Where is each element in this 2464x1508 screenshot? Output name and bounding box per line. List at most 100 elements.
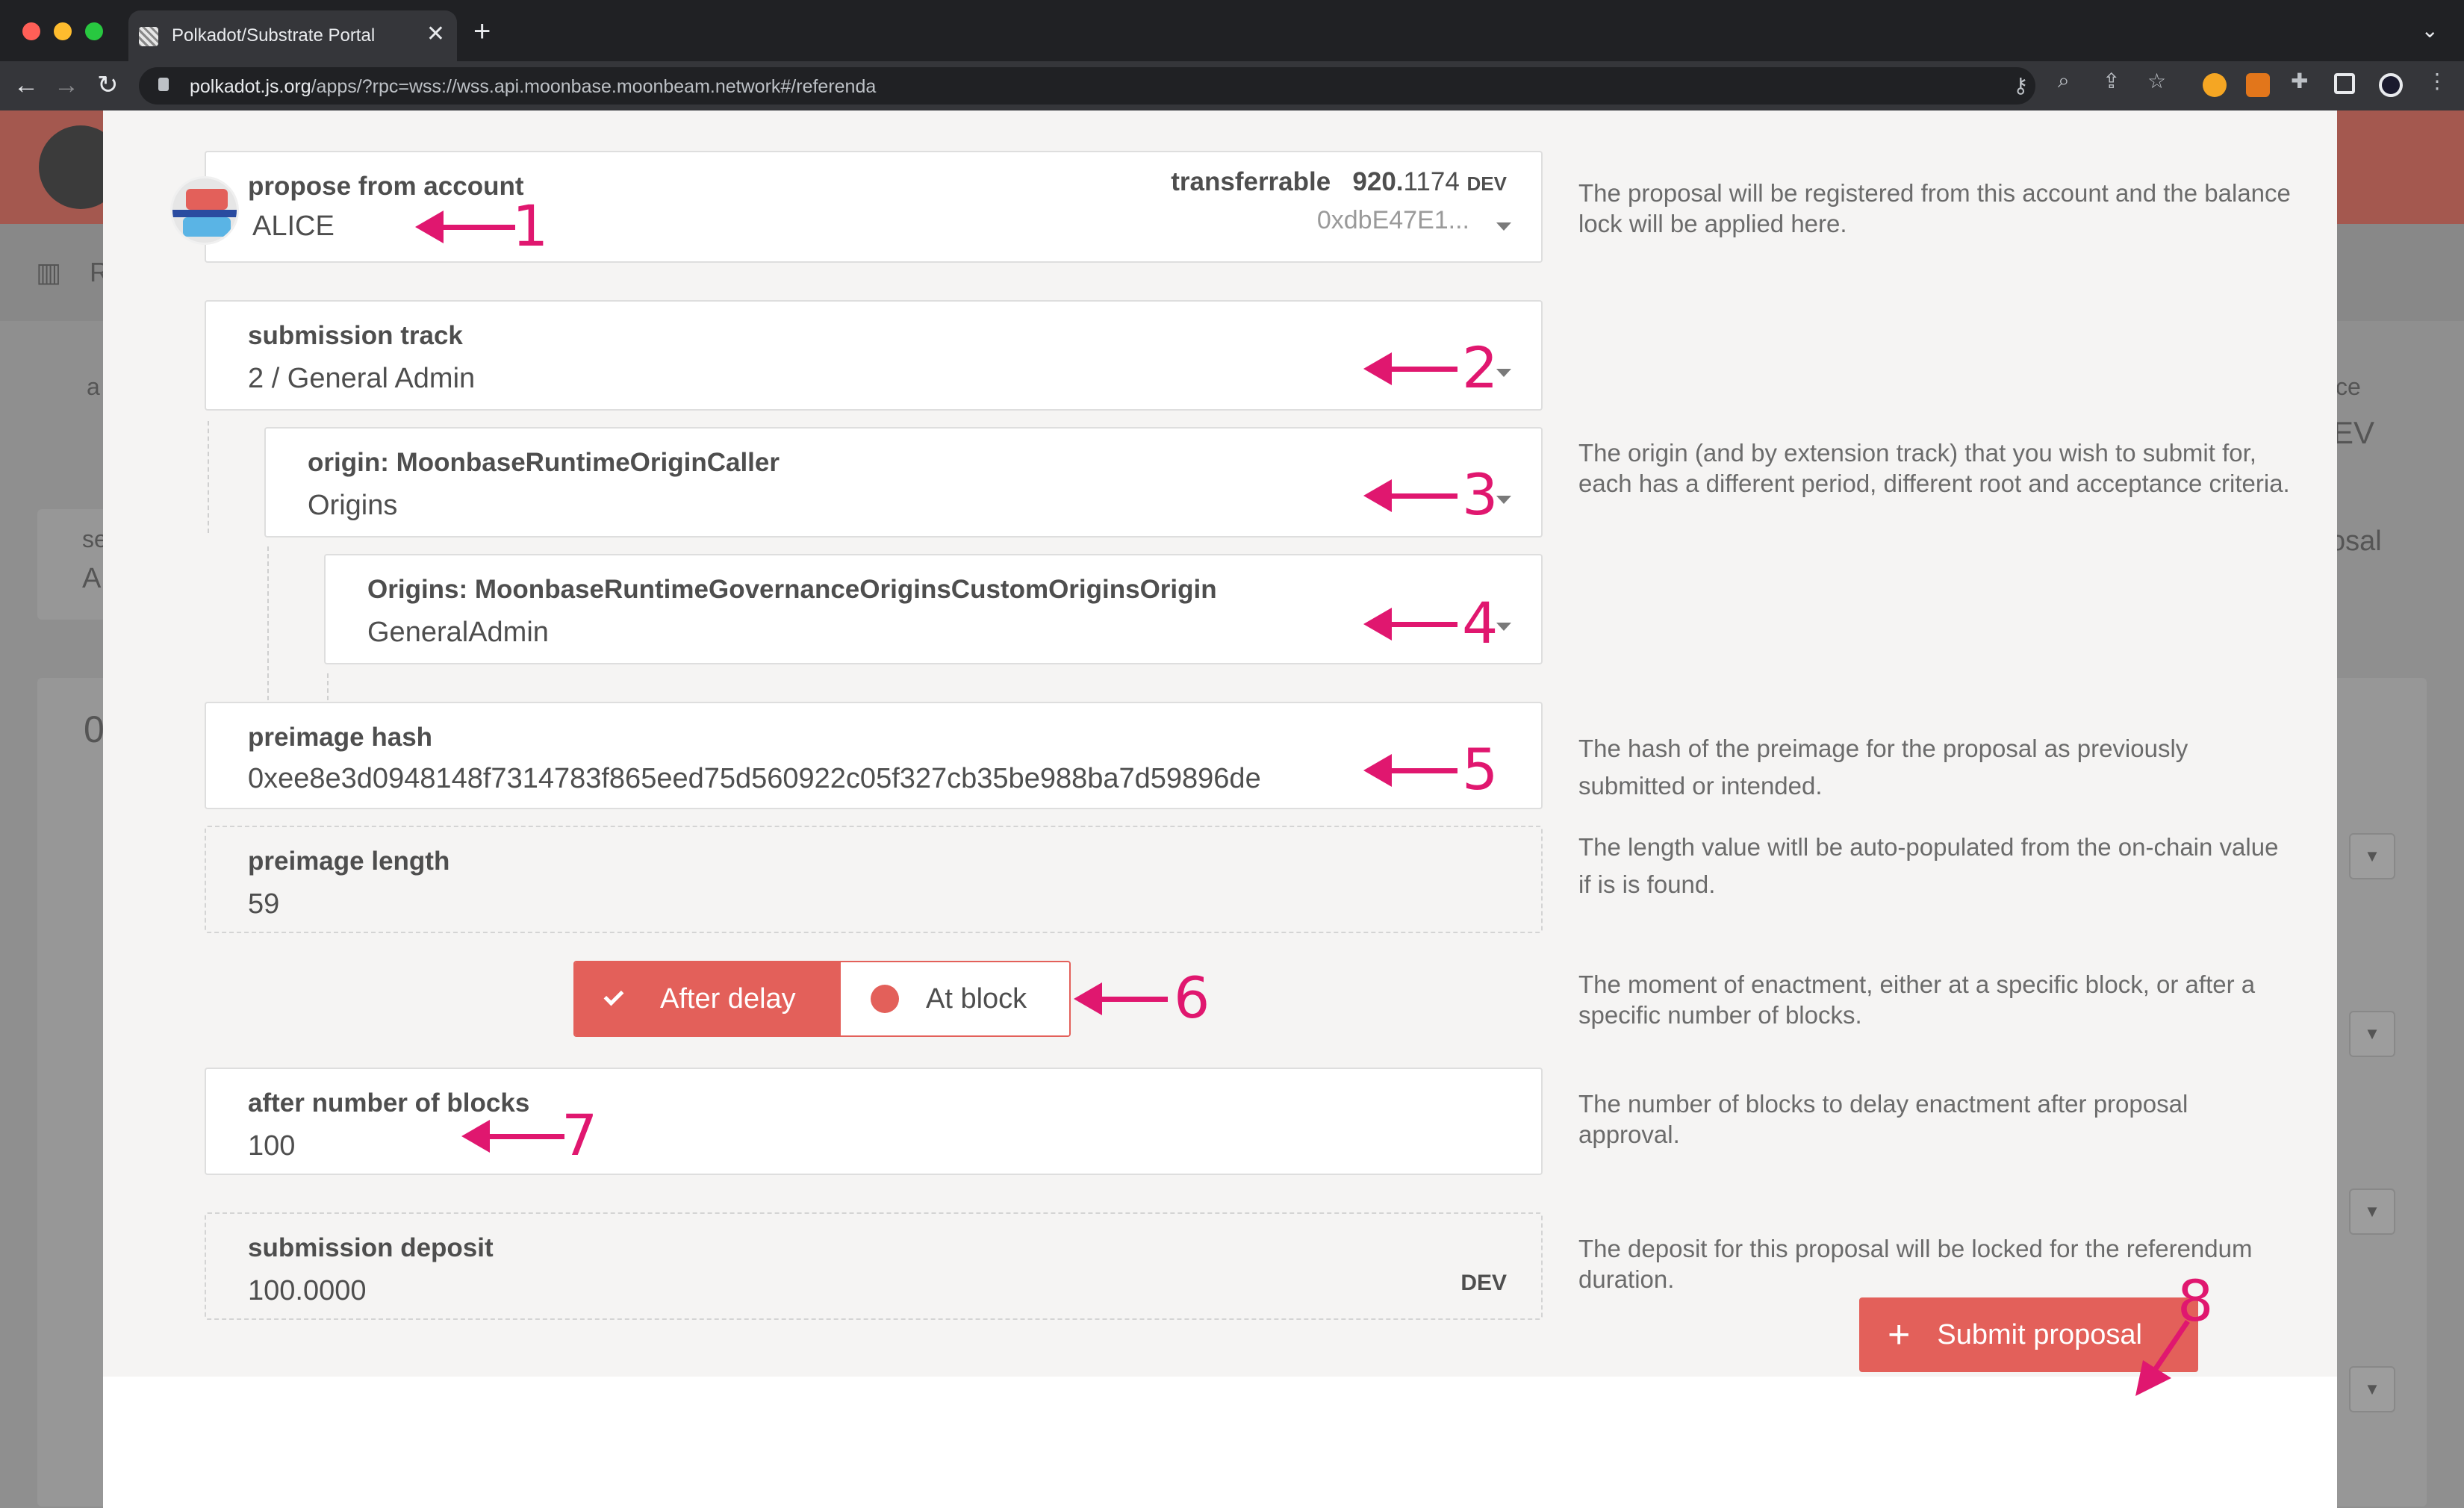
- url-bar[interactable]: polkadot.js.org/apps/?rpc=wss://wss.api.…: [139, 67, 2035, 105]
- field-label: submission track: [248, 321, 463, 350]
- bg-fragment-a: a: [87, 373, 100, 400]
- annotation-arrow-1: 1: [415, 193, 550, 259]
- custom-origins-select[interactable]: Origins: MoonbaseRuntimeGovernanceOrigin…: [324, 554, 1543, 664]
- maximize-window-button[interactable]: [85, 22, 103, 40]
- transferrable-unit: DEV: [1466, 172, 1507, 195]
- sidebar-icon[interactable]: [2334, 73, 2355, 94]
- annotation-arrow-2: 2: [1363, 334, 1505, 401]
- transferrable-label: transferrable: [1171, 167, 1331, 196]
- bg-expand-chevron-icon: ▼: [2349, 833, 2395, 879]
- field-label: propose from account: [248, 172, 524, 201]
- field-value: 59: [248, 888, 280, 920]
- transferrable-balance: transferrable 920.1174 DEV: [1171, 167, 1507, 197]
- more-menu-icon[interactable]: ⋮: [2427, 69, 2448, 93]
- lock-icon: [158, 78, 169, 91]
- modal-footer: [103, 1377, 2337, 1508]
- enactment-toggle: After delay At block: [573, 961, 1071, 1037]
- preimage-length-display: preimage length 59: [205, 826, 1543, 933]
- field-value[interactable]: 0xee8e3d0948148f7314783f865eed75d560922c…: [248, 763, 1261, 795]
- reload-icon[interactable]: ↻: [97, 70, 119, 100]
- plus-icon: +: [1888, 1313, 1911, 1356]
- forward-arrow-icon[interactable]: →: [54, 70, 79, 100]
- enactment-help-text: The moment of enactment, either at a spe…: [1578, 970, 2256, 1029]
- blocks-help-text: The number of blocks to delay enactment …: [1578, 1090, 2188, 1148]
- hash-help-text: The hash of the preimage for the proposa…: [1578, 735, 2188, 800]
- close-window-button[interactable]: [22, 22, 40, 40]
- governance-icon: ▥: [36, 257, 62, 287]
- bg-fragment-osal: osal: [2330, 526, 2382, 557]
- bg-fragment-ev: EV: [2333, 415, 2375, 450]
- zoom-icon[interactable]: ⌕: [2058, 69, 2070, 93]
- tab-search-chevron-icon[interactable]: ⌄: [2421, 18, 2439, 43]
- account-identicon: [170, 176, 239, 245]
- submit-label: Submit proposal: [1937, 1318, 2142, 1350]
- bookmark-star-icon[interactable]: ☆: [2147, 69, 2166, 93]
- account-address: 0xdbE47E1...: [1316, 206, 1469, 234]
- annotation-arrow-6: 6: [1074, 965, 1216, 1031]
- key-icon[interactable]: ⚷: [2013, 73, 2029, 98]
- extension-orange-icon[interactable]: [2203, 73, 2227, 97]
- field-value: 100.0000: [248, 1275, 367, 1306]
- transferrable-value-dec: 1174: [1403, 167, 1460, 196]
- option-label: After delay: [660, 982, 796, 1015]
- check-icon: [603, 985, 624, 1006]
- at-block-option[interactable]: At block: [841, 962, 1069, 1035]
- browser-tab[interactable]: Polkadot/Substrate Portal ✕: [128, 10, 457, 61]
- url-text[interactable]: polkadot.js.org/apps/?rpc=wss://wss.api.…: [190, 76, 876, 98]
- chevron-down-icon[interactable]: [1496, 222, 1511, 231]
- propose-from-account-field[interactable]: propose from account ALICE transferrable…: [205, 151, 1543, 263]
- annotation-number: 1: [512, 193, 549, 259]
- preimage-hash-input[interactable]: preimage hash 0xee8e3d0948148f7314783f86…: [205, 702, 1543, 809]
- annotation-arrow-7: 7: [461, 1102, 603, 1168]
- bg-fragment-zero: 0: [84, 708, 105, 750]
- annotation-number: 5: [1462, 736, 1499, 803]
- submission-track-select[interactable]: submission track 2 / General Admin: [205, 300, 1543, 411]
- metamask-fox-icon[interactable]: [2246, 73, 2270, 97]
- annotation-number: 4: [1462, 590, 1499, 656]
- bg-fragment-ce: ce: [2336, 373, 2361, 400]
- annotation-number: 2: [1462, 334, 1499, 401]
- address-toolbar: ← → ↻ polkadot.js.org/apps/?rpc=wss://ws…: [0, 61, 2464, 110]
- field-value: GeneralAdmin: [367, 617, 549, 648]
- field-value[interactable]: 100: [248, 1130, 295, 1162]
- back-arrow-icon[interactable]: ←: [13, 70, 39, 100]
- submission-deposit-display: submission deposit 100.0000 DEV: [205, 1212, 1543, 1320]
- account-name: ALICE: [252, 211, 335, 242]
- nesting-guide: [208, 421, 209, 533]
- browser-tab-bar: Polkadot/Substrate Portal ✕ + ⌄: [0, 0, 2464, 61]
- new-tab-button[interactable]: +: [473, 16, 491, 46]
- origin-caller-select[interactable]: origin: MoonbaseRuntimeOriginCaller Orig…: [264, 427, 1543, 538]
- field-label: preimage hash: [248, 723, 433, 752]
- blocks-delay-input[interactable]: after number of blocks 100: [205, 1068, 1543, 1175]
- deposit-unit: DEV: [1460, 1271, 1507, 1295]
- minimize-window-button[interactable]: [54, 22, 72, 40]
- bg-expand-chevron-icon: ▼: [2349, 1011, 2395, 1057]
- share-icon[interactable]: ⇪: [2103, 69, 2120, 93]
- option-label: At block: [926, 982, 1027, 1015]
- length-help-text: The length value witll be auto-populated…: [1578, 833, 2279, 898]
- polkadot-favicon-icon: [139, 27, 158, 46]
- url-path: /apps/?rpc=wss://wss.api.moonbase.moonbe…: [311, 76, 877, 97]
- annotation-number: 3: [1462, 461, 1499, 528]
- annotation-arrow-5: 5: [1363, 736, 1505, 803]
- field-value: 2 / General Admin: [248, 363, 476, 394]
- radio-dot-icon: [871, 985, 899, 1013]
- tab-close-icon[interactable]: ✕: [426, 21, 445, 47]
- field-label: origin: MoonbaseRuntimeOriginCaller: [308, 448, 780, 477]
- field-label: preimage length: [248, 847, 450, 876]
- tab-title: Polkadot/Substrate Portal: [172, 25, 376, 46]
- bg-expand-chevron-icon: ▼: [2349, 1188, 2395, 1235]
- transferrable-value-int: 920.: [1352, 167, 1404, 196]
- after-delay-option[interactable]: After delay: [575, 962, 841, 1035]
- bg-expand-chevron-icon: ▼: [2349, 1366, 2395, 1412]
- annotation-arrow-3: 3: [1363, 461, 1505, 528]
- field-label: submission deposit: [248, 1233, 494, 1262]
- field-label: Origins: MoonbaseRuntimeGovernanceOrigin…: [367, 575, 1217, 604]
- profile-avatar-icon[interactable]: [2379, 73, 2403, 97]
- account-help-text: The proposal will be registered from thi…: [1578, 179, 2291, 237]
- origin-help-text: The origin (and by extension track) that…: [1578, 439, 2290, 497]
- annotation-number: 6: [1174, 965, 1210, 1031]
- annotation-arrow-4: 4: [1363, 590, 1505, 656]
- annotation-arrow-8: [2135, 1320, 2190, 1396]
- puzzle-extensions-icon[interactable]: ✚: [2291, 69, 2308, 93]
